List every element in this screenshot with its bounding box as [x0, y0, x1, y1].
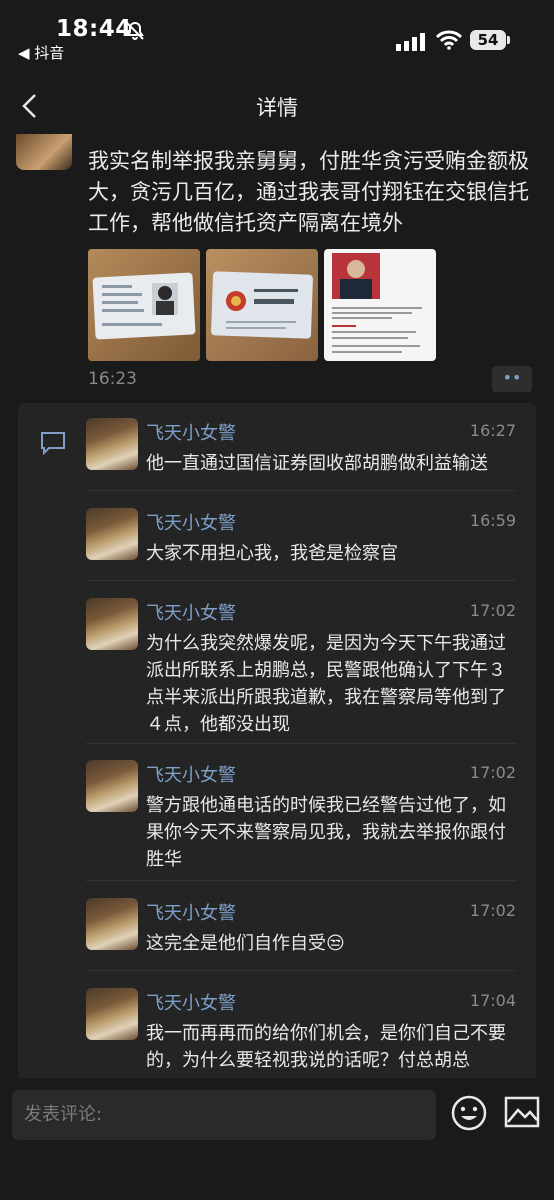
divider	[86, 743, 516, 744]
avatar[interactable]	[86, 988, 138, 1040]
status-time: 18:44	[56, 16, 132, 42]
avatar[interactable]	[86, 598, 138, 650]
comment-time: 17:04	[469, 991, 516, 1010]
divider	[86, 880, 516, 881]
comment-time: 17:02	[469, 901, 516, 920]
avatar[interactable]	[86, 508, 138, 560]
battery-nub	[507, 36, 510, 44]
post-image-id-card-back[interactable]	[206, 249, 318, 361]
wifi-icon	[435, 30, 463, 54]
comment-time: 16:59	[469, 511, 516, 530]
avatar[interactable]	[86, 898, 138, 950]
comment-text: 大家不用担心我，我爸是检察官	[146, 543, 398, 564]
comment-author[interactable]: 飞天小女警	[146, 989, 236, 1015]
page-title: 详情	[256, 96, 298, 120]
comment-time: 16:27	[469, 421, 516, 440]
image-icon[interactable]	[504, 1096, 540, 1132]
battery-indicator: 54	[470, 30, 506, 50]
comments-panel: 飞天小女警 16:27 他一直通过国信证券固收部胡鹏做利益输送 飞天小女警 16…	[18, 403, 536, 1083]
back-to-app-link[interactable]: ◀ 抖音	[18, 42, 64, 63]
comment-author[interactable]: 飞天小女警	[146, 899, 236, 925]
comment-author[interactable]: 飞天小女警	[146, 761, 236, 787]
comment-author[interactable]: 飞天小女警	[146, 509, 236, 535]
comment-time: 17:02	[469, 601, 516, 620]
comment-text: 我一而再再而的给你们机会，是你们自己不要的，为什么要轻视我说的话呢？付总胡总	[146, 1023, 506, 1071]
divider	[86, 970, 516, 971]
bell-muted-icon	[124, 20, 146, 46]
comment-text: 他一直通过国信证券固收部胡鹏做利益输送	[146, 453, 488, 474]
avatar[interactable]	[16, 134, 72, 170]
divider	[86, 580, 516, 581]
post-image-profile-document[interactable]	[324, 249, 436, 361]
more-options-button[interactable]: ••	[492, 366, 532, 392]
comment-bubble-icon	[40, 431, 66, 459]
avatar[interactable]	[86, 418, 138, 470]
emoji-icon[interactable]	[450, 1094, 488, 1136]
post-timestamp: 16:23	[88, 369, 137, 389]
post-image-id-card-front[interactable]	[88, 249, 200, 361]
comment-input[interactable]: 发表评论:	[12, 1090, 436, 1140]
comment-text: 这完全是他们自作自受😒	[146, 933, 345, 954]
post-text: 我实名制举报我亲舅舅，付胜华贪污受贿金额极大，贪污几百亿，通过我表哥付翔钰在交银…	[88, 149, 529, 235]
nav-bar: 详情	[0, 80, 554, 134]
avatar[interactable]	[86, 760, 138, 812]
divider	[86, 490, 516, 491]
comment-author[interactable]: 飞天小女警	[146, 599, 236, 625]
comment-time: 17:02	[469, 763, 516, 782]
status-bar: 18:44 ◀ 抖音 54	[0, 0, 554, 80]
comment-text: 警方跟他通电话的时候我已经警告过他了，如果你今天不来警察局见我，我就去举报你跟付…	[146, 795, 506, 870]
comment-composer: 发表评论:	[0, 1078, 554, 1200]
comment-author[interactable]: 飞天小女警	[146, 419, 236, 445]
comment-text: 为什么我突然爆发呢，是因为今天下午我通过派出所联系上胡鹏总，民警跟他确认了下午３…	[146, 633, 506, 735]
signal-icon	[396, 33, 426, 51]
